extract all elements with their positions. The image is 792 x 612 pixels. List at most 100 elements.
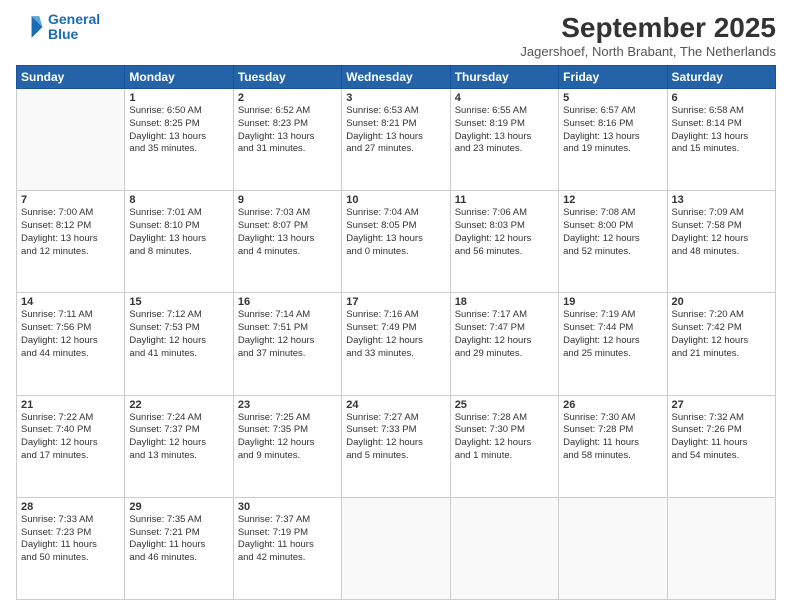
- day-cell: 14Sunrise: 7:11 AM Sunset: 7:56 PM Dayli…: [17, 293, 125, 395]
- day-cell: 6Sunrise: 6:58 AM Sunset: 8:14 PM Daylig…: [667, 89, 775, 191]
- week-row-4: 21Sunrise: 7:22 AM Sunset: 7:40 PM Dayli…: [17, 395, 776, 497]
- header: General Blue September 2025 Jagershoef, …: [16, 12, 776, 59]
- day-info: Sunrise: 7:28 AM Sunset: 7:30 PM Dayligh…: [455, 412, 554, 463]
- col-header-friday: Friday: [559, 66, 667, 89]
- day-info: Sunrise: 6:58 AM Sunset: 8:14 PM Dayligh…: [672, 105, 771, 156]
- day-number: 18: [455, 296, 554, 308]
- col-header-wednesday: Wednesday: [342, 66, 450, 89]
- day-cell: 4Sunrise: 6:55 AM Sunset: 8:19 PM Daylig…: [450, 89, 558, 191]
- logo-text: General Blue: [48, 12, 100, 43]
- day-info: Sunrise: 7:32 AM Sunset: 7:26 PM Dayligh…: [672, 412, 771, 463]
- calendar-table: SundayMondayTuesdayWednesdayThursdayFrid…: [16, 65, 776, 600]
- day-info: Sunrise: 7:22 AM Sunset: 7:40 PM Dayligh…: [21, 412, 120, 463]
- logo: General Blue: [16, 12, 100, 43]
- day-cell: [559, 497, 667, 599]
- day-info: Sunrise: 7:08 AM Sunset: 8:00 PM Dayligh…: [563, 207, 662, 258]
- day-info: Sunrise: 7:37 AM Sunset: 7:19 PM Dayligh…: [238, 514, 337, 565]
- day-number: 13: [672, 194, 771, 206]
- day-info: Sunrise: 7:14 AM Sunset: 7:51 PM Dayligh…: [238, 309, 337, 360]
- day-cell: 18Sunrise: 7:17 AM Sunset: 7:47 PM Dayli…: [450, 293, 558, 395]
- day-info: Sunrise: 7:00 AM Sunset: 8:12 PM Dayligh…: [21, 207, 120, 258]
- week-row-2: 7Sunrise: 7:00 AM Sunset: 8:12 PM Daylig…: [17, 191, 776, 293]
- day-cell: 19Sunrise: 7:19 AM Sunset: 7:44 PM Dayli…: [559, 293, 667, 395]
- day-number: 3: [346, 92, 445, 104]
- day-info: Sunrise: 6:50 AM Sunset: 8:25 PM Dayligh…: [129, 105, 228, 156]
- day-number: 19: [563, 296, 662, 308]
- day-info: Sunrise: 7:16 AM Sunset: 7:49 PM Dayligh…: [346, 309, 445, 360]
- day-info: Sunrise: 6:55 AM Sunset: 8:19 PM Dayligh…: [455, 105, 554, 156]
- day-info: Sunrise: 7:25 AM Sunset: 7:35 PM Dayligh…: [238, 412, 337, 463]
- day-number: 4: [455, 92, 554, 104]
- day-number: 28: [21, 501, 120, 513]
- day-info: Sunrise: 6:52 AM Sunset: 8:23 PM Dayligh…: [238, 105, 337, 156]
- day-number: 22: [129, 399, 228, 411]
- logo-line2: Blue: [48, 26, 78, 42]
- day-number: 16: [238, 296, 337, 308]
- day-number: 14: [21, 296, 120, 308]
- day-cell: 16Sunrise: 7:14 AM Sunset: 7:51 PM Dayli…: [233, 293, 341, 395]
- day-cell: 9Sunrise: 7:03 AM Sunset: 8:07 PM Daylig…: [233, 191, 341, 293]
- day-cell: 3Sunrise: 6:53 AM Sunset: 8:21 PM Daylig…: [342, 89, 450, 191]
- day-number: 24: [346, 399, 445, 411]
- logo-line1: General: [48, 11, 100, 27]
- day-cell: 5Sunrise: 6:57 AM Sunset: 8:16 PM Daylig…: [559, 89, 667, 191]
- day-number: 11: [455, 194, 554, 206]
- day-cell: 8Sunrise: 7:01 AM Sunset: 8:10 PM Daylig…: [125, 191, 233, 293]
- month-title: September 2025: [520, 12, 776, 44]
- day-info: Sunrise: 7:12 AM Sunset: 7:53 PM Dayligh…: [129, 309, 228, 360]
- day-cell: [450, 497, 558, 599]
- day-cell: 30Sunrise: 7:37 AM Sunset: 7:19 PM Dayli…: [233, 497, 341, 599]
- day-number: 10: [346, 194, 445, 206]
- week-row-3: 14Sunrise: 7:11 AM Sunset: 7:56 PM Dayli…: [17, 293, 776, 395]
- day-number: 17: [346, 296, 445, 308]
- calendar-header-row: SundayMondayTuesdayWednesdayThursdayFrid…: [17, 66, 776, 89]
- day-number: 5: [563, 92, 662, 104]
- day-cell: 28Sunrise: 7:33 AM Sunset: 7:23 PM Dayli…: [17, 497, 125, 599]
- day-number: 8: [129, 194, 228, 206]
- day-info: Sunrise: 7:35 AM Sunset: 7:21 PM Dayligh…: [129, 514, 228, 565]
- day-number: 1: [129, 92, 228, 104]
- subtitle: Jagershoef, North Brabant, The Netherlan…: [520, 44, 776, 59]
- day-number: 23: [238, 399, 337, 411]
- day-cell: 13Sunrise: 7:09 AM Sunset: 7:58 PM Dayli…: [667, 191, 775, 293]
- day-number: 12: [563, 194, 662, 206]
- day-info: Sunrise: 7:27 AM Sunset: 7:33 PM Dayligh…: [346, 412, 445, 463]
- day-cell: 23Sunrise: 7:25 AM Sunset: 7:35 PM Dayli…: [233, 395, 341, 497]
- day-cell: 20Sunrise: 7:20 AM Sunset: 7:42 PM Dayli…: [667, 293, 775, 395]
- day-info: Sunrise: 7:06 AM Sunset: 8:03 PM Dayligh…: [455, 207, 554, 258]
- day-info: Sunrise: 7:24 AM Sunset: 7:37 PM Dayligh…: [129, 412, 228, 463]
- day-number: 20: [672, 296, 771, 308]
- day-number: 30: [238, 501, 337, 513]
- day-cell: 15Sunrise: 7:12 AM Sunset: 7:53 PM Dayli…: [125, 293, 233, 395]
- day-cell: [342, 497, 450, 599]
- day-cell: 1Sunrise: 6:50 AM Sunset: 8:25 PM Daylig…: [125, 89, 233, 191]
- calendar-body: 1Sunrise: 6:50 AM Sunset: 8:25 PM Daylig…: [17, 89, 776, 600]
- day-cell: 27Sunrise: 7:32 AM Sunset: 7:26 PM Dayli…: [667, 395, 775, 497]
- col-header-saturday: Saturday: [667, 66, 775, 89]
- week-row-5: 28Sunrise: 7:33 AM Sunset: 7:23 PM Dayli…: [17, 497, 776, 599]
- col-header-monday: Monday: [125, 66, 233, 89]
- page: General Blue September 2025 Jagershoef, …: [0, 0, 792, 612]
- day-cell: 25Sunrise: 7:28 AM Sunset: 7:30 PM Dayli…: [450, 395, 558, 497]
- day-info: Sunrise: 7:30 AM Sunset: 7:28 PM Dayligh…: [563, 412, 662, 463]
- day-number: 6: [672, 92, 771, 104]
- day-info: Sunrise: 7:11 AM Sunset: 7:56 PM Dayligh…: [21, 309, 120, 360]
- day-cell: 12Sunrise: 7:08 AM Sunset: 8:00 PM Dayli…: [559, 191, 667, 293]
- day-cell: 17Sunrise: 7:16 AM Sunset: 7:49 PM Dayli…: [342, 293, 450, 395]
- day-info: Sunrise: 6:53 AM Sunset: 8:21 PM Dayligh…: [346, 105, 445, 156]
- title-block: September 2025 Jagershoef, North Brabant…: [520, 12, 776, 59]
- day-cell: 11Sunrise: 7:06 AM Sunset: 8:03 PM Dayli…: [450, 191, 558, 293]
- day-info: Sunrise: 7:03 AM Sunset: 8:07 PM Dayligh…: [238, 207, 337, 258]
- day-info: Sunrise: 7:19 AM Sunset: 7:44 PM Dayligh…: [563, 309, 662, 360]
- week-row-1: 1Sunrise: 6:50 AM Sunset: 8:25 PM Daylig…: [17, 89, 776, 191]
- col-header-tuesday: Tuesday: [233, 66, 341, 89]
- col-header-sunday: Sunday: [17, 66, 125, 89]
- day-cell: 10Sunrise: 7:04 AM Sunset: 8:05 PM Dayli…: [342, 191, 450, 293]
- day-cell: [667, 497, 775, 599]
- day-cell: [17, 89, 125, 191]
- day-number: 29: [129, 501, 228, 513]
- day-cell: 7Sunrise: 7:00 AM Sunset: 8:12 PM Daylig…: [17, 191, 125, 293]
- day-number: 15: [129, 296, 228, 308]
- logo-icon: [16, 13, 44, 41]
- day-info: Sunrise: 7:17 AM Sunset: 7:47 PM Dayligh…: [455, 309, 554, 360]
